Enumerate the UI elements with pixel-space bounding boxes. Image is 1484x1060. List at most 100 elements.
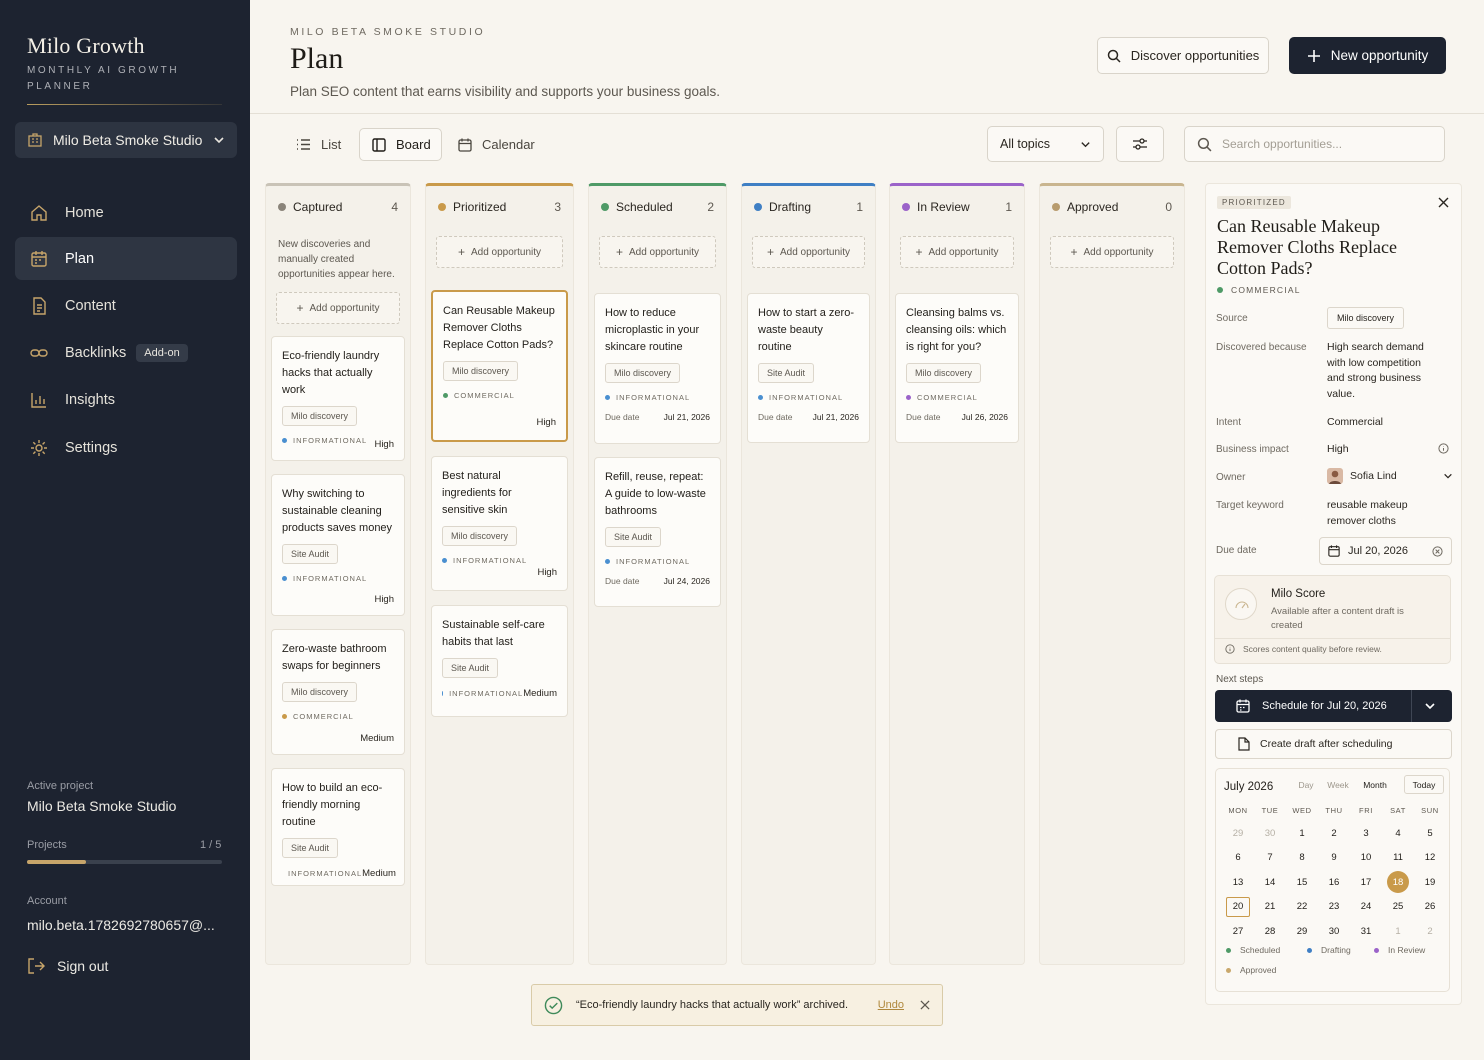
calendar-day[interactable]: 2 — [1322, 823, 1346, 843]
calendar-day[interactable]: 25 — [1386, 897, 1410, 917]
opportunity-card[interactable]: Sustainable self-care habits that last S… — [431, 605, 568, 717]
opportunity-card[interactable]: Why switching to sustainable cleaning pr… — [271, 474, 405, 616]
topic-select[interactable]: All topics — [987, 126, 1104, 162]
calendar-day[interactable]: 7 — [1258, 848, 1282, 868]
calendar-day[interactable]: 23 — [1322, 897, 1346, 917]
calendar-day[interactable]: 30 — [1258, 823, 1282, 843]
add-opportunity-button[interactable]: + Add opportunity — [900, 236, 1014, 268]
calendar-day[interactable]: 21 — [1258, 897, 1282, 917]
studio-selector[interactable]: Milo Beta Smoke Studio — [15, 122, 237, 158]
info-icon[interactable] — [1438, 443, 1449, 454]
chevron-down-icon[interactable] — [1424, 700, 1436, 712]
add-opportunity-button[interactable]: + Add opportunity — [599, 236, 716, 268]
calendar-day[interactable]: 28 — [1258, 921, 1282, 941]
create-draft-button[interactable]: Create draft after scheduling — [1215, 729, 1452, 759]
calendar-day[interactable]: 1 — [1386, 921, 1410, 941]
calendar-day[interactable]: 11 — [1386, 848, 1410, 868]
owner-select[interactable]: Sofia Lind — [1327, 468, 1453, 484]
calendar-day[interactable]: 1 — [1290, 823, 1314, 843]
opportunity-card[interactable]: Eco-friendly laundry hacks that actually… — [271, 336, 405, 461]
column-title: Prioritized — [453, 200, 507, 214]
calendar-day[interactable]: 17 — [1354, 872, 1378, 892]
calendar-day[interactable]: 12 — [1418, 848, 1442, 868]
opportunity-card[interactable]: Zero-waste bathroom swaps for beginners … — [271, 629, 405, 755]
search-box[interactable] — [1184, 126, 1445, 162]
status-dot — [1052, 203, 1060, 211]
opportunity-card[interactable]: Best natural ingredients for sensitive s… — [431, 456, 568, 591]
close-icon[interactable] — [920, 1000, 930, 1010]
calendar-today-button[interactable]: Today — [1404, 775, 1444, 794]
intent-dot — [282, 438, 287, 443]
calendar-day[interactable]: 4 — [1386, 823, 1410, 843]
calendar-day[interactable]: 22 — [1290, 897, 1314, 917]
clear-icon[interactable] — [1432, 545, 1443, 557]
calendar-day[interactable]: 5 — [1418, 823, 1442, 843]
impact-label: Medium — [362, 868, 396, 879]
view-list-tab[interactable]: List — [284, 128, 353, 161]
new-opportunity-button[interactable]: New opportunity — [1289, 37, 1446, 74]
calendar-day[interactable]: 10 — [1354, 848, 1378, 868]
add-opportunity-button[interactable]: + Add opportunity — [1050, 236, 1174, 268]
opportunity-card[interactable]: Cleansing balms vs. cleansing oils: whic… — [895, 293, 1019, 443]
filter-button[interactable] — [1116, 126, 1164, 162]
calendar-tab-week[interactable]: Week — [1324, 776, 1352, 793]
calendar-day[interactable]: 9 — [1322, 848, 1346, 868]
calendar-day[interactable]: 8 — [1290, 848, 1314, 868]
impact-label: Medium — [523, 688, 557, 699]
nav-home[interactable]: Home — [15, 191, 237, 234]
calendar-day[interactable]: 19 — [1418, 872, 1442, 892]
nav-plan-label: Plan — [65, 250, 95, 267]
opportunity-card[interactable]: How to reduce microplastic in your skinc… — [594, 293, 721, 444]
add-opportunity-button[interactable]: + Add opportunity — [436, 236, 563, 268]
due-value: Jul 24, 2026 — [663, 576, 710, 586]
calendar-day[interactable]: 14 — [1258, 872, 1282, 892]
schedule-button[interactable]: Schedule for Jul 20, 2026 — [1215, 690, 1452, 722]
calendar-tab-month[interactable]: Month — [1358, 776, 1392, 793]
search-input[interactable] — [1222, 137, 1422, 151]
view-calendar-tab[interactable]: Calendar — [446, 128, 547, 161]
sign-out-button[interactable]: Sign out — [27, 957, 108, 975]
calendar-day[interactable]: 3 — [1354, 823, 1378, 843]
discover-opportunities-button[interactable]: Discover opportunities — [1097, 37, 1269, 74]
column-title: Scheduled — [616, 200, 673, 214]
column-count: 1 — [1005, 200, 1012, 214]
add-opportunity-button[interactable]: + Add opportunity — [276, 292, 400, 324]
nav-content[interactable]: Content — [15, 284, 237, 327]
add-opportunity-button[interactable]: + Add opportunity — [752, 236, 865, 268]
calendar-day[interactable]: 27 — [1226, 921, 1250, 941]
calendar-day[interactable]: 6 — [1226, 848, 1250, 868]
calendar-day[interactable]: 29 — [1226, 823, 1250, 843]
owner-label: Owner — [1216, 472, 1246, 483]
calendar-tab-day[interactable]: Day — [1292, 776, 1320, 793]
calendar-day[interactable]: 2 — [1418, 921, 1442, 941]
calendar-day[interactable]: 26 — [1418, 897, 1442, 917]
calendar-day[interactable]: 30 — [1322, 921, 1346, 941]
calendar-day[interactable]: 29 — [1290, 921, 1314, 941]
intent-tag: INFORMATIONAL — [605, 393, 710, 402]
calendar-day[interactable]: 31 — [1354, 921, 1378, 941]
nav-plan[interactable]: Plan — [15, 237, 237, 280]
status-badge: PRIORITIZED — [1217, 196, 1291, 209]
calendar-day[interactable]: 16 — [1322, 872, 1346, 892]
intent-label: INFORMATIONAL — [453, 556, 528, 565]
status-dot — [601, 203, 609, 211]
opportunity-card[interactable]: Refill, reuse, repeat: A guide to low-wa… — [594, 457, 721, 607]
nav-backlinks[interactable]: Backlinks Add-on — [15, 331, 237, 374]
calendar-day[interactable]: 18 — [1387, 871, 1409, 893]
calendar-day[interactable]: 24 — [1354, 897, 1378, 917]
opportunity-card-selected[interactable]: Can Reusable Makeup Remover Cloths Repla… — [431, 290, 568, 442]
calendar-day[interactable]: 13 — [1226, 872, 1250, 892]
undo-link[interactable]: Undo — [878, 999, 904, 1011]
score-gauge-icon — [1225, 588, 1257, 620]
add-opportunity-label: Add opportunity — [1083, 246, 1154, 258]
opportunity-card[interactable]: How to start a zero-waste beauty routine… — [747, 293, 870, 443]
due-date-picker[interactable]: Jul 20, 2026 — [1319, 537, 1452, 565]
opportunity-card[interactable]: How to build an eco-friendly morning rou… — [271, 768, 405, 886]
nav-insights[interactable]: Insights — [15, 378, 237, 421]
close-button[interactable] — [1438, 197, 1449, 208]
calendar-day[interactable]: 20 — [1226, 896, 1250, 917]
calendar-day[interactable]: 15 — [1290, 872, 1314, 892]
column-count: 0 — [1165, 200, 1172, 214]
view-board-tab[interactable]: Board — [359, 128, 442, 161]
nav-settings[interactable]: Settings — [15, 426, 237, 469]
